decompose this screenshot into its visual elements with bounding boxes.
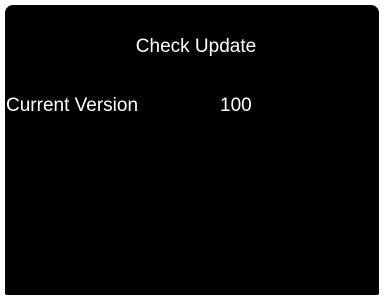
current-version-value: 100 [220, 95, 252, 116]
device-screen: Check Update Current Version 100 [0, 0, 384, 299]
page-title: Check Update [135, 36, 257, 57]
update-panel: Check Update Current Version 100 [5, 5, 379, 295]
current-version-row: Current Version 100 [5, 93, 379, 119]
current-version-label: Current Version [6, 95, 139, 116]
